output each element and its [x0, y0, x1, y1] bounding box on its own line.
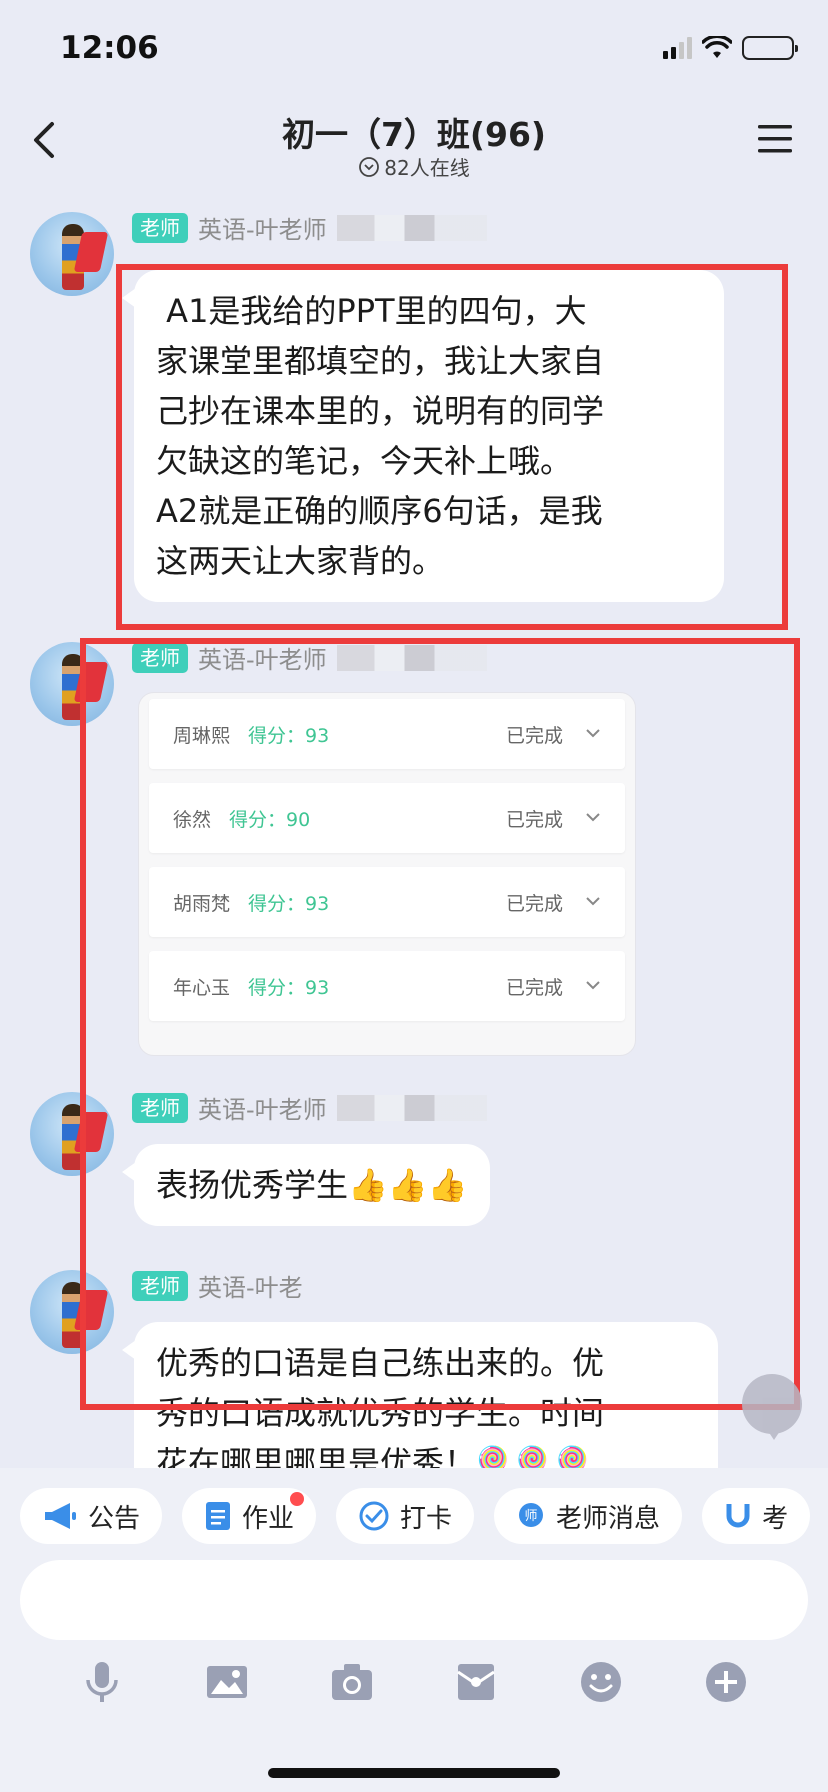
- homework-results-card[interactable]: 周琳熙 得分：93 已完成 徐然 得分：90 已完成 胡雨梵 得分：93 已完成…: [138, 692, 636, 1056]
- completion-status: 已完成: [505, 808, 563, 831]
- chat-header: 初一（7）班(96) 82人在线: [0, 100, 828, 184]
- message-meta: 老师 英语-叶老师: [132, 640, 487, 675]
- scroll-down-button[interactable]: [742, 1374, 802, 1440]
- message-meta: 老师 英语-叶老师: [132, 1090, 487, 1125]
- checkin-button[interactable]: 打卡: [336, 1488, 475, 1544]
- avatar[interactable]: [30, 212, 114, 296]
- avatar[interactable]: [30, 1092, 114, 1176]
- cellular-signal-icon: [663, 37, 692, 59]
- student-name: 年心玉: [173, 976, 231, 999]
- chat-bubble-icon: 师: [519, 1503, 544, 1527]
- input-toolbar: 公告 作业 打卡 师 老师消息 考: [0, 1468, 828, 1792]
- battery-icon: [742, 36, 798, 60]
- home-indicator: [268, 1768, 560, 1778]
- wifi-icon: [702, 36, 732, 58]
- chevron-circle-icon: [359, 156, 380, 177]
- teacher-tag: 老师: [132, 1092, 188, 1123]
- status-icons: [663, 36, 798, 60]
- message-text: 表扬优秀学生👍👍👍: [156, 1166, 468, 1204]
- megaphone-icon: [45, 1503, 76, 1529]
- student-name: 徐然: [173, 808, 212, 831]
- chevron-down-icon[interactable]: [585, 811, 601, 823]
- chevron-down-icon[interactable]: [585, 727, 601, 739]
- magnet-icon: [726, 1504, 750, 1528]
- microphone-icon[interactable]: [78, 1658, 126, 1706]
- result-row[interactable]: 年心玉 得分：93 已完成: [149, 951, 625, 1021]
- message-meta: 老师 英语-叶老师: [132, 210, 487, 245]
- teacher-tag: 老师: [132, 212, 188, 243]
- message-list[interactable]: 老师 英语-叶老师 A1是我给的PPT里的四句，大 家课堂里都填空的，我让大家自…: [0, 184, 828, 1468]
- completion-status: 已完成: [505, 724, 563, 747]
- chip-label: 老师消息: [556, 1503, 661, 1534]
- avatar[interactable]: [30, 642, 114, 726]
- student-score: 得分：93: [248, 724, 330, 747]
- quick-actions: 公告 作业 打卡 师 老师消息 考: [20, 1488, 811, 1544]
- inbox-icon[interactable]: [452, 1658, 500, 1706]
- chevron-down-icon[interactable]: [585, 979, 601, 991]
- message-input[interactable]: [20, 1560, 808, 1640]
- student-name: 周琳熙: [173, 724, 231, 747]
- message-text: 优秀的口语是自己练出来的。优 秀的口语成就优秀的学生。时间 花在哪里哪里是优秀！…: [156, 1344, 605, 1468]
- teacher-messages-button[interactable]: 师 老师消息: [494, 1488, 683, 1544]
- chip-label: 作业: [242, 1503, 295, 1534]
- chip-label: 打卡: [400, 1503, 453, 1534]
- student-score: 得分：93: [248, 976, 330, 999]
- status-bar: 12:06: [0, 0, 828, 100]
- message-text: A1是我给的PPT里的四句，大 家课堂里都填空的，我让大家自 己抄在课本里的，说…: [156, 292, 605, 580]
- svg-text:师: 师: [525, 1509, 538, 1524]
- student-name: 胡雨梵: [173, 892, 231, 915]
- sender-name: 英语-叶老: [198, 1274, 303, 1302]
- sender-name: 英语-叶老师: [198, 646, 327, 674]
- homework-button[interactable]: 作业: [182, 1488, 317, 1544]
- plus-circle-icon[interactable]: [702, 1658, 750, 1706]
- chat-title: 初一（7）班(96): [281, 115, 547, 154]
- redacted-phone: [336, 1094, 487, 1121]
- message-bubble[interactable]: 表扬优秀学生👍👍👍: [122, 1144, 490, 1226]
- redacted-phone: [336, 214, 487, 241]
- emoji-icon[interactable]: [577, 1658, 625, 1706]
- chevron-down-icon[interactable]: [585, 895, 601, 907]
- image-icon[interactable]: [203, 1658, 251, 1706]
- announcement-button[interactable]: 公告: [20, 1488, 163, 1544]
- online-count-label: 82人在线: [384, 156, 470, 180]
- online-count[interactable]: 82人在线: [0, 152, 828, 181]
- input-actions: [0, 1658, 828, 1706]
- message-meta: 老师 英语-叶老: [132, 1268, 303, 1303]
- chip-label: 公告: [88, 1503, 141, 1534]
- teacher-tag: 老师: [132, 1270, 188, 1301]
- sender-name: 英语-叶老师: [198, 1096, 327, 1124]
- menu-icon[interactable]: [756, 122, 794, 156]
- completion-status: 已完成: [505, 892, 563, 915]
- result-row[interactable]: 徐然 得分：90 已完成: [149, 783, 625, 853]
- redacted-phone: [336, 644, 487, 671]
- document-icon: [206, 1502, 231, 1530]
- avatar[interactable]: [30, 1270, 114, 1354]
- message-bubble[interactable]: A1是我给的PPT里的四句，大 家课堂里都填空的，我让大家自 己抄在课本里的，说…: [122, 270, 724, 602]
- completion-status: 已完成: [505, 976, 563, 999]
- status-time: 12:06: [60, 30, 159, 66]
- result-row[interactable]: 胡雨梵 得分：93 已完成: [149, 867, 625, 937]
- sender-name: 英语-叶老师: [198, 216, 327, 244]
- camera-icon[interactable]: [328, 1658, 376, 1706]
- student-score: 得分：93: [248, 892, 330, 915]
- teacher-tag: 老师: [132, 642, 188, 673]
- chip-label: 考: [762, 1503, 789, 1534]
- exam-button[interactable]: 考: [702, 1488, 811, 1544]
- check-circle-icon: [359, 1501, 389, 1531]
- result-row[interactable]: 周琳熙 得分：93 已完成: [149, 699, 625, 769]
- message-bubble[interactable]: 优秀的口语是自己练出来的。优 秀的口语成就优秀的学生。时间 花在哪里哪里是优秀！…: [122, 1322, 718, 1468]
- student-score: 得分：90: [229, 808, 311, 831]
- notification-badge: [290, 1492, 305, 1506]
